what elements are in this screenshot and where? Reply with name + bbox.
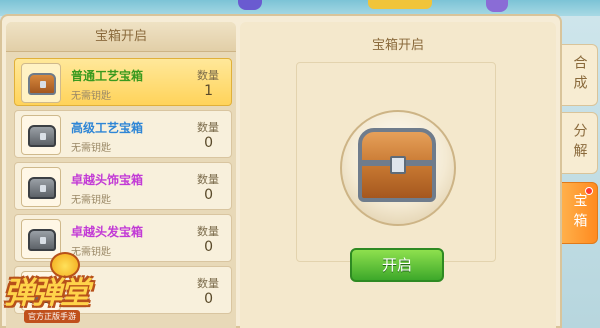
open-chest-button[interactable]: 开启	[350, 248, 444, 282]
quantity-value: 0	[204, 239, 213, 255]
treasure-chest-icon	[28, 177, 56, 199]
quantity-label: 数量	[197, 277, 219, 290]
quantity-value: 1	[204, 83, 213, 99]
tab-chest[interactable]: 宝箱	[562, 182, 598, 244]
treasure-chest-icon	[28, 229, 56, 251]
chest-thumbnail	[21, 63, 61, 103]
quantity-label: 数量	[197, 173, 219, 186]
treasure-chest-icon	[28, 125, 56, 147]
quantity-value: 0	[204, 291, 213, 307]
tab-synthesis[interactable]: 合成	[562, 44, 598, 106]
chest-detail-title: 宝箱开启	[371, 38, 424, 53]
chest-item-common[interactable]: 普通工艺宝箱 无需钥匙 数量 1	[14, 58, 232, 106]
lock-icon	[390, 156, 406, 174]
chest-key-requirement: 无需钥匙	[71, 91, 111, 102]
game-logo: 弹弹堂 官方正版手游	[0, 252, 140, 328]
quantity-label: 数量	[197, 225, 219, 238]
chest-key-requirement: 无需钥匙	[71, 143, 111, 154]
chest-item-advanced[interactable]: 高级工艺宝箱 无需钥匙 数量 0	[14, 110, 232, 158]
chest-name: 卓越头发宝箱	[71, 225, 144, 239]
quantity-value: 0	[204, 135, 213, 151]
treasure-chest-icon	[358, 128, 436, 202]
chest-name: 高级工艺宝箱	[71, 121, 144, 135]
chest-name: 卓越头饰宝箱	[71, 173, 144, 187]
logo-subtitle: 官方正版手游	[24, 310, 80, 323]
notification-dot-icon	[585, 187, 593, 195]
tab-chest-label: 宝箱	[571, 193, 588, 233]
quantity-value: 0	[204, 187, 213, 203]
tab-decompose[interactable]: 分解	[562, 112, 598, 174]
chest-key-requirement: 无需钥匙	[71, 195, 111, 206]
chest-thumbnail	[21, 115, 61, 155]
quantity-label: 数量	[197, 121, 219, 134]
quantity-label: 数量	[197, 69, 219, 82]
treasure-chest-icon	[28, 73, 56, 95]
chest-thumbnail	[21, 167, 61, 207]
top-decoration	[486, 0, 508, 12]
top-decoration	[238, 0, 262, 10]
chest-name: 普通工艺宝箱	[71, 69, 144, 83]
top-decoration	[368, 0, 432, 9]
chest-list-title: 宝箱开启	[6, 22, 236, 52]
logo-title: 弹弹堂	[4, 276, 90, 311]
chest-item-headwear[interactable]: 卓越头饰宝箱 无需钥匙 数量 0	[14, 162, 232, 210]
